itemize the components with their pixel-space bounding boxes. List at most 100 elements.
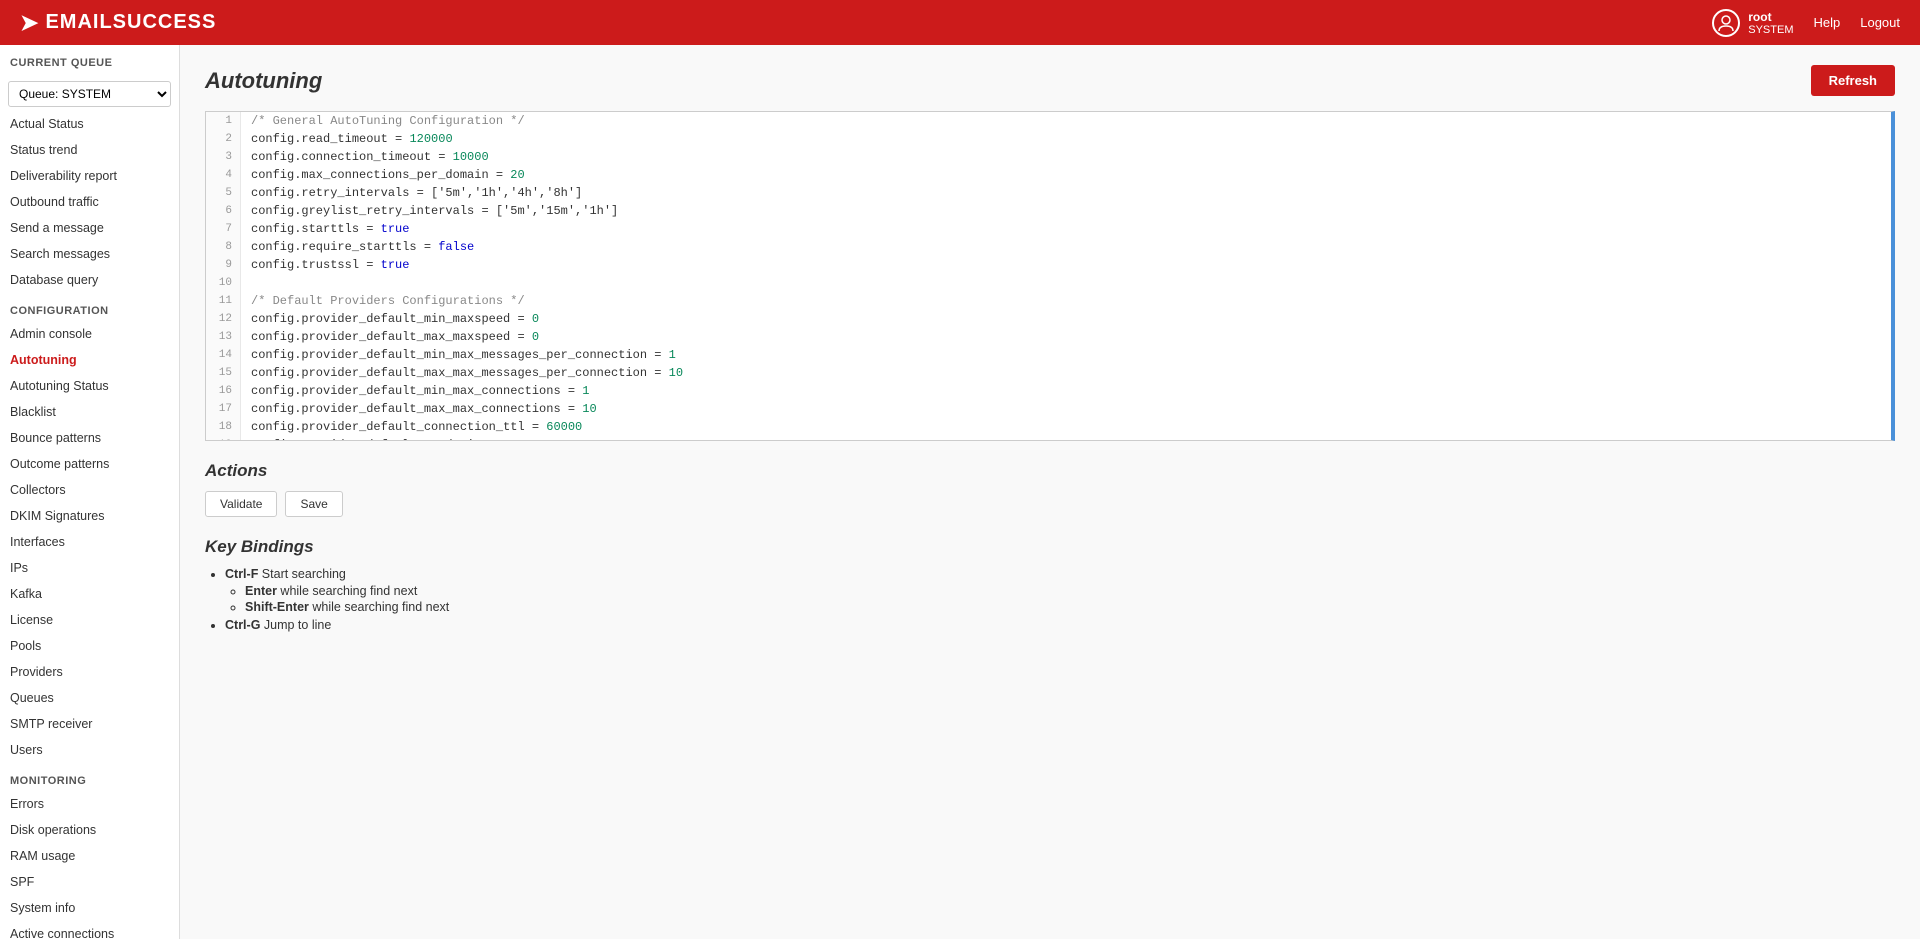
code-line: 11/* Default Providers Configurations */	[206, 292, 1891, 310]
page-title: Autotuning	[205, 68, 322, 94]
code-line: 3config.connection_timeout = 10000	[206, 148, 1891, 166]
code-line: 10	[206, 274, 1891, 292]
line-number: 1	[206, 112, 241, 130]
code-line: 4config.max_connections_per_domain = 20	[206, 166, 1891, 184]
keybindings-title: Key Bindings	[205, 537, 1895, 557]
keybindings-section: Key Bindings Ctrl-F Start searchingEnter…	[205, 537, 1895, 632]
code-line: 1/* General AutoTuning Configuration */	[206, 112, 1891, 130]
sidebar-item-autotuning-status[interactable]: Autotuning Status	[0, 373, 179, 399]
line-code: config.provider_default_max_max_messages…	[241, 364, 683, 382]
line-number: 9	[206, 256, 241, 274]
line-number: 4	[206, 166, 241, 184]
sidebar-item-system-info[interactable]: System info	[0, 895, 179, 921]
code-line: 9config.trustssl = true	[206, 256, 1891, 274]
line-number: 5	[206, 184, 241, 202]
sidebar-item-outcome-patterns[interactable]: Outcome patterns	[0, 451, 179, 477]
keybinding-sub-item: Shift-Enter while searching find next	[245, 600, 1895, 614]
line-code: config.trustssl = true	[241, 256, 409, 274]
sidebar: CURRENT QUEUE Queue: SYSTEM Actual Statu…	[0, 45, 180, 939]
sidebar-item-dkim-signatures[interactable]: DKIM Signatures	[0, 503, 179, 529]
sidebar-item-blacklist[interactable]: Blacklist	[0, 399, 179, 425]
logo-text: EMAILSUCCESS	[45, 11, 216, 34]
sidebar-item-database-query[interactable]: Database query	[0, 267, 179, 293]
sidebar-item-outbound-traffic[interactable]: Outbound traffic	[0, 189, 179, 215]
help-link[interactable]: Help	[1813, 15, 1840, 30]
main-layout: CURRENT QUEUE Queue: SYSTEM Actual Statu…	[0, 45, 1920, 939]
sidebar-item-deliverability-report[interactable]: Deliverability report	[0, 163, 179, 189]
logout-link[interactable]: Logout	[1860, 15, 1900, 30]
main-content: Autotuning Refresh 1/* General AutoTunin…	[180, 45, 1920, 939]
sidebar-item-queues[interactable]: Queues	[0, 685, 179, 711]
keybinding-item: Ctrl-G Jump to line	[225, 618, 1895, 632]
line-code: config.provider_default_min_max_connecti…	[241, 382, 589, 400]
line-number: 12	[206, 310, 241, 328]
sidebar-item-active-connections[interactable]: Active connections	[0, 921, 179, 939]
sidebar-item-bounce-patterns[interactable]: Bounce patterns	[0, 425, 179, 451]
monitoring-nav: ErrorsDisk operationsRAM usageSPFSystem …	[0, 791, 179, 939]
user-info: root SYSTEM	[1712, 9, 1793, 37]
sidebar-item-disk-operations[interactable]: Disk operations	[0, 817, 179, 843]
line-code: config.max_connections_per_domain = 20	[241, 166, 525, 184]
code-line: 2config.read_timeout = 120000	[206, 130, 1891, 148]
sidebar-item-send-a-message[interactable]: Send a message	[0, 215, 179, 241]
sidebar-item-smtp-receiver[interactable]: SMTP receiver	[0, 711, 179, 737]
header-right: root SYSTEM Help Logout	[1712, 9, 1900, 37]
line-number: 19	[206, 436, 241, 441]
sidebar-item-admin-console[interactable]: Admin console	[0, 321, 179, 347]
line-code: /* General AutoTuning Configuration */	[241, 112, 525, 130]
sidebar-item-status-trend[interactable]: Status trend	[0, 137, 179, 163]
sidebar-item-pools[interactable]: Pools	[0, 633, 179, 659]
app-logo: ➤ EMAILSUCCESS	[20, 10, 216, 36]
code-line: 8config.require_starttls = false	[206, 238, 1891, 256]
code-line: 19config.provider_default_read_timeout =…	[206, 436, 1891, 441]
sidebar-item-ram-usage[interactable]: RAM usage	[0, 843, 179, 869]
queue-select-wrapper: Queue: SYSTEM	[8, 81, 171, 107]
line-code: config.provider_default_min_max_messages…	[241, 346, 676, 364]
config-nav: Admin consoleAutotuningAutotuning Status…	[0, 321, 179, 763]
main-header: Autotuning Refresh	[205, 65, 1895, 96]
sidebar-item-license[interactable]: License	[0, 607, 179, 633]
keybinding-item: Ctrl-F Start searchingEnter while search…	[225, 567, 1895, 614]
sidebar-item-actual-status[interactable]: Actual Status	[0, 111, 179, 137]
save-button[interactable]: Save	[285, 491, 342, 517]
sidebar-item-providers[interactable]: Providers	[0, 659, 179, 685]
code-editor[interactable]: 1/* General AutoTuning Configuration */2…	[205, 111, 1895, 441]
actions-title: Actions	[205, 461, 1895, 481]
line-code: config.provider_default_min_maxspeed = 0	[241, 310, 539, 328]
line-number: 7	[206, 220, 241, 238]
status-nav: Actual StatusStatus trendDeliverability …	[0, 111, 179, 293]
sidebar-item-autotuning[interactable]: Autotuning	[0, 347, 179, 373]
avatar	[1712, 9, 1740, 37]
sidebar-item-collectors[interactable]: Collectors	[0, 477, 179, 503]
code-line: 16config.provider_default_min_max_connec…	[206, 382, 1891, 400]
line-number: 11	[206, 292, 241, 310]
line-code	[241, 274, 251, 292]
logo-arrow-icon: ➤	[20, 10, 39, 36]
validate-button[interactable]: Validate	[205, 491, 277, 517]
refresh-button[interactable]: Refresh	[1811, 65, 1895, 96]
line-code: config.starttls = true	[241, 220, 409, 238]
code-line: 15config.provider_default_max_max_messag…	[206, 364, 1891, 382]
code-line: 6config.greylist_retry_intervals = ['5m'…	[206, 202, 1891, 220]
code-line: 7config.starttls = true	[206, 220, 1891, 238]
sidebar-item-users[interactable]: Users	[0, 737, 179, 763]
code-line: 13config.provider_default_max_maxspeed =…	[206, 328, 1891, 346]
line-number: 17	[206, 400, 241, 418]
code-line: 17config.provider_default_max_max_connec…	[206, 400, 1891, 418]
sidebar-item-search-messages[interactable]: Search messages	[0, 241, 179, 267]
line-number: 10	[206, 274, 241, 292]
sidebar-item-spf[interactable]: SPF	[0, 869, 179, 895]
line-code: config.provider_default_read_timeout = 6…	[241, 436, 568, 441]
sidebar-item-errors[interactable]: Errors	[0, 791, 179, 817]
actions-section: Actions Validate Save	[205, 461, 1895, 517]
sidebar-item-interfaces[interactable]: Interfaces	[0, 529, 179, 555]
line-code: config.provider_default_connection_ttl =…	[241, 418, 582, 436]
line-code: /* Default Providers Configurations */	[241, 292, 525, 310]
line-code: config.retry_intervals = ['5m','1h','4h'…	[241, 184, 582, 202]
line-number: 15	[206, 364, 241, 382]
sidebar-item-ips[interactable]: IPs	[0, 555, 179, 581]
queue-select[interactable]: Queue: SYSTEM	[8, 81, 171, 107]
sidebar-item-kafka[interactable]: Kafka	[0, 581, 179, 607]
line-number: 16	[206, 382, 241, 400]
line-number: 3	[206, 148, 241, 166]
